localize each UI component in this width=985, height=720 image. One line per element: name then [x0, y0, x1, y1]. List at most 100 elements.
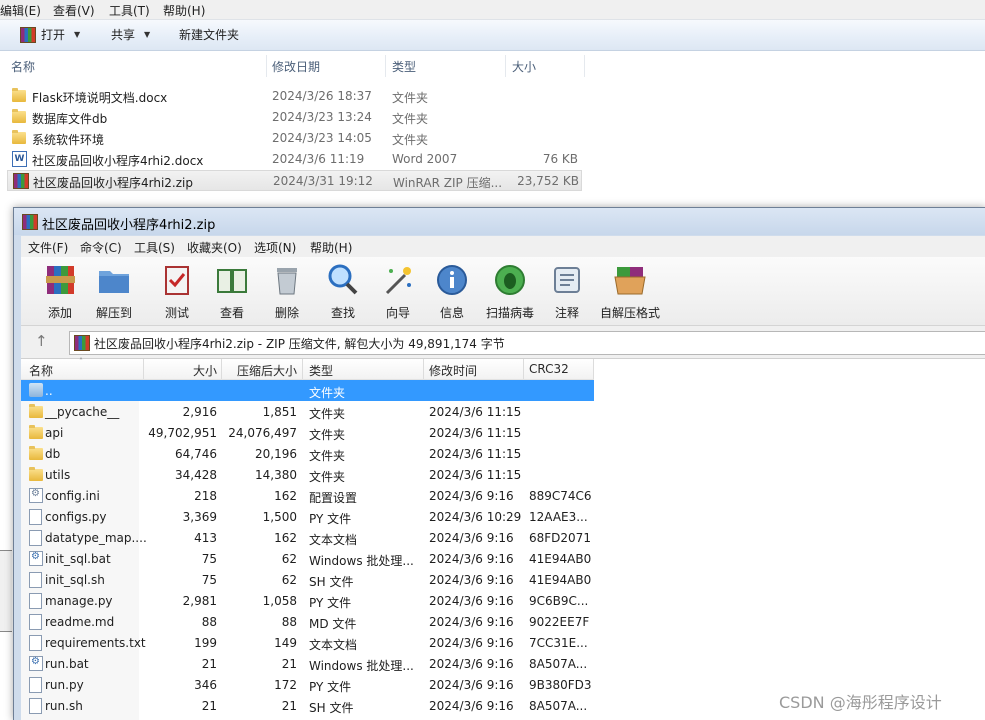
menu-help[interactable]: 帮助(H)	[310, 239, 352, 256]
archive-size: 218	[194, 489, 217, 503]
scan-virus-button[interactable]: 扫描病毒	[479, 263, 541, 321]
archive-row[interactable]: api 49,702,951 24,076,497 文件夹 2024/3/6 11:15	[21, 422, 594, 443]
open-label: 打开	[41, 28, 66, 42]
file-type: 文件夹	[392, 133, 429, 147]
archive-row[interactable]: datatype_map.... 413 162 文本文档 2024/3/6 9:16 6…	[21, 527, 594, 548]
add-button[interactable]: 添加	[29, 263, 91, 321]
config-file-icon	[29, 488, 43, 503]
archive-modified: 2024/3/6 11:15	[429, 405, 522, 419]
archive-packed: 21	[281, 657, 297, 671]
share-button[interactable]: 共享 ▼	[111, 26, 150, 43]
wizard-wand-icon	[385, 267, 411, 295]
menu-commands[interactable]: 命令(C)	[80, 239, 122, 256]
archive-row[interactable]: init_sql.bat 75 62 Windows 批处理... 2024/3/6 9…	[21, 548, 594, 569]
archive-row[interactable]: config.ini 218 162 配置设置 2024/3/6 9:16 889C74C…	[21, 485, 594, 506]
trash-icon	[277, 268, 297, 295]
comment-button[interactable]: 注释	[536, 263, 598, 321]
batch-file-icon	[29, 551, 43, 566]
view-button[interactable]: 查看	[201, 263, 263, 321]
menu-favorites[interactable]: 收藏夹(O)	[187, 239, 242, 256]
archive-name: configs.py	[45, 510, 107, 524]
file-icon	[29, 593, 42, 609]
archive-row[interactable]: manage.py 2,981 1,058 PY 文件 2024/3/6 9:16 9C6…	[21, 590, 594, 611]
archive-packed: 162	[274, 531, 297, 545]
archive-modified: 2024/3/6 9:16	[429, 552, 514, 566]
archive-rows: .. 文件夹 __pycache__ 2,916 1,851 文件夹 2024/3/6 11…	[21, 359, 594, 720]
archive-row[interactable]: db 64,746 20,196 文件夹 2024/3/6 11:15	[21, 443, 594, 464]
wizard-button[interactable]: 向导	[367, 263, 429, 321]
menu-tools[interactable]: 工具(T)	[109, 2, 150, 19]
archive-row[interactable]: init_sql.sh 75 62 SH 文件 2024/3/6 9:16 41E94AB…	[21, 569, 594, 590]
archive-type: 文本文档	[309, 533, 358, 547]
archive-row[interactable]: configs.py 3,369 1,500 PY 文件 2024/3/6 10:29 1…	[21, 506, 594, 527]
archive-modified: 2024/3/6 9:16	[429, 573, 514, 587]
file-row-selected[interactable]: 社区废品回收小程序4rhi2.zip 2024/3/31 19:12 WinRA…	[7, 170, 582, 191]
archive-packed: 162	[274, 489, 297, 503]
archive-size: 75	[201, 573, 217, 587]
folder-icon	[12, 130, 26, 144]
menu-options[interactable]: 选项(N)	[254, 239, 296, 256]
archive-crc: 41E94AB0	[529, 552, 592, 566]
add-archive-icon	[46, 266, 75, 294]
file-row[interactable]: 数据库文件db 2024/3/23 13:24 文件夹	[8, 107, 581, 127]
file-row[interactable]: 系统软件环境 2024/3/23 14:05 文件夹	[8, 128, 581, 148]
archive-size: 2,981	[182, 594, 217, 608]
winrar-titlebar[interactable]: 社区废品回收小程序4rhi2.zip	[14, 208, 985, 235]
menu-help[interactable]: 帮助(H)	[163, 2, 205, 19]
view-book-icon	[217, 269, 247, 293]
archive-size: 64,746	[175, 447, 217, 461]
menu-view[interactable]: 查看(V)	[53, 2, 95, 19]
file-modified: 2024/3/6 11:19	[272, 152, 365, 166]
column-size[interactable]: 大小	[512, 58, 536, 75]
archive-row[interactable]: requirements.txt 199 149 文本文档 2024/3/6 9:16 7…	[21, 632, 594, 653]
column-type[interactable]: 类型	[392, 58, 416, 75]
address-field[interactable]: 社区废品回收小程序4rhi2.zip - ZIP 压缩文件, 解包大小为 49,…	[69, 331, 985, 355]
info-button[interactable]: 信息	[421, 263, 483, 321]
winrar-client: 文件(F) 命令(C) 工具(S) 收藏夹(O) 选项(N) 帮助(H) 添加 …	[21, 236, 985, 720]
extract-to-button[interactable]: 解压到	[83, 263, 145, 321]
archive-row[interactable]: run.sh 21 21 SH 文件 2024/3/6 9:16 8A507A...	[21, 695, 594, 716]
archive-row[interactable]: readme.md 88 88 MD 文件 2024/3/6 9:16 9022EE7F	[21, 611, 594, 632]
delete-button[interactable]: 删除	[256, 263, 318, 321]
up-arrow-icon[interactable]: ↑	[35, 332, 48, 350]
file-modified: 2024/3/23 14:05	[272, 131, 372, 145]
file-icon	[29, 530, 42, 546]
archive-modified: 2024/3/6 9:16	[429, 615, 514, 629]
find-button[interactable]: 查找	[312, 263, 374, 321]
archive-packed: 24,076,497	[228, 426, 297, 440]
archive-crc: 8A507A...	[529, 699, 588, 713]
archive-name: init_sql.sh	[45, 573, 105, 587]
archive-row[interactable]: run.py 346 172 PY 文件 2024/3/6 9:16 9B380FD3	[21, 674, 594, 695]
chevron-down-icon: ▼	[74, 30, 81, 39]
folder-icon	[29, 425, 43, 439]
new-folder-button[interactable]: 新建文件夹	[179, 26, 239, 43]
archive-name: config.ini	[45, 489, 100, 503]
sfx-button[interactable]: 自解压格式	[594, 263, 666, 321]
winrar-window: 社区废品回收小程序4rhi2.zip 文件(F) 命令(C) 工具(S) 收藏夹…	[13, 207, 985, 720]
archive-row[interactable]: run.bat 21 21 Windows 批处理... 2024/3/6 9:16 8A…	[21, 653, 594, 674]
column-name[interactable]: 名称	[11, 58, 35, 75]
file-name: 社区废品回收小程序4rhi2.zip	[33, 176, 193, 190]
menu-tools[interactable]: 工具(S)	[134, 239, 175, 256]
menu-edit[interactable]: 编辑(E)	[0, 2, 41, 19]
test-button[interactable]: 测试	[146, 263, 208, 321]
sfx-label: 自解压格式	[599, 306, 660, 320]
archive-type: 文件夹	[309, 407, 346, 421]
file-row[interactable]: Flask环境说明文档.docx 2024/3/26 18:37 文件夹	[8, 86, 581, 106]
file-row[interactable]: W 社区废品回收小程序4rhi2.docx 2024/3/6 11:19 Wor…	[8, 149, 581, 169]
archive-packed: 20,196	[255, 447, 297, 461]
open-button[interactable]: 打开 ▼	[20, 26, 80, 43]
archive-size: 49,702,951	[148, 426, 217, 440]
new-folder-label: 新建文件夹	[179, 28, 240, 42]
menu-file[interactable]: 文件(F)	[28, 239, 68, 256]
archive-crc: 41E94AB0	[529, 573, 592, 587]
archive-crc: 9B380FD3	[529, 678, 592, 692]
archive-row[interactable]: __pycache__ 2,916 1,851 文件夹 2024/3/6 11:15	[21, 401, 594, 422]
column-modified[interactable]: 修改日期	[272, 58, 320, 75]
archive-row-selected[interactable]: .. 文件夹	[21, 380, 594, 401]
file-name: Flask环境说明文档.docx	[32, 91, 168, 105]
window-title: 社区废品回收小程序4rhi2.zip	[42, 218, 216, 233]
archive-row[interactable]: utils 34,428 14,380 文件夹 2024/3/6 11:15	[21, 464, 594, 485]
file-type: 文件夹	[392, 91, 429, 105]
archive-file-list[interactable]: 名称 ˄ 大小 压缩后大小 类型 修改时间 CRC32 .. 文件夹 __pycac…	[21, 357, 985, 720]
